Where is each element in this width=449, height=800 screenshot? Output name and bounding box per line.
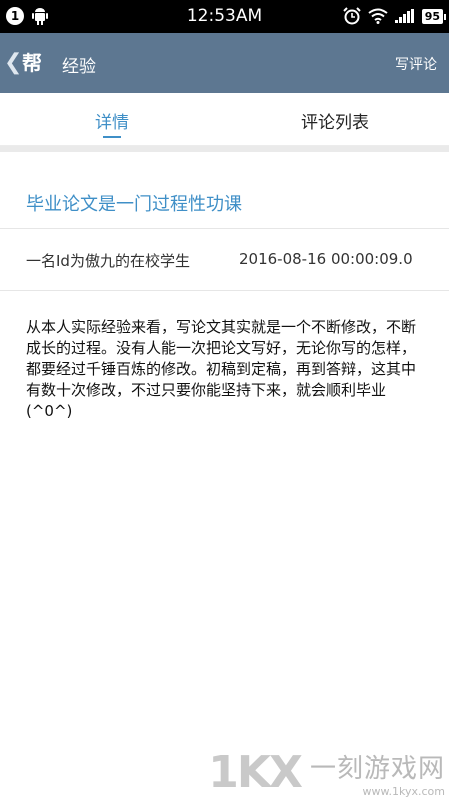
divider: [0, 290, 449, 291]
wifi-icon: [368, 8, 388, 24]
watermark-text: 一刻游戏网 www.1kyx.com: [310, 748, 445, 798]
watermark-logo: 1KX: [208, 747, 303, 798]
article-author: 一名Id为傲九的在校学生: [26, 252, 190, 270]
watermark-name: 一刻游戏网: [309, 753, 445, 784]
article-date: 2016-08-16 00:00:09.0: [239, 250, 413, 268]
section-separator: [0, 146, 449, 152]
article-title: 毕业论文是一门过程性功课: [26, 194, 242, 215]
tab-bar: 详情 评论列表: [0, 93, 449, 146]
battery-icon: 95: [421, 8, 447, 24]
signal-icon: [394, 9, 414, 23]
status-right: 95: [342, 7, 447, 25]
chevron-left-icon[interactable]: ❮: [4, 50, 22, 75]
article-body: 从本人实际经验来看，写论文其实就是一个不断修改，不断成长的过程。没有人能一次把论…: [26, 318, 417, 420]
tab-comments[interactable]: 评论列表: [301, 108, 369, 133]
tab-details[interactable]: 详情: [95, 108, 129, 133]
write-review-button[interactable]: 写评论: [395, 54, 437, 74]
app-header: ❮ 帮 经验 写评论: [0, 33, 449, 93]
watermark-url: www.1kyx.com: [362, 784, 445, 798]
status-bar: 1 12:53AM 95: [0, 0, 449, 33]
divider: [0, 228, 449, 229]
watermark: 1KX 一刻游戏网 www.1kyx.com: [208, 747, 445, 798]
page-title: 经验: [62, 57, 96, 77]
alarm-icon: [342, 7, 361, 25]
app-logo[interactable]: 帮: [22, 50, 46, 76]
active-tab-indicator: [103, 136, 121, 138]
